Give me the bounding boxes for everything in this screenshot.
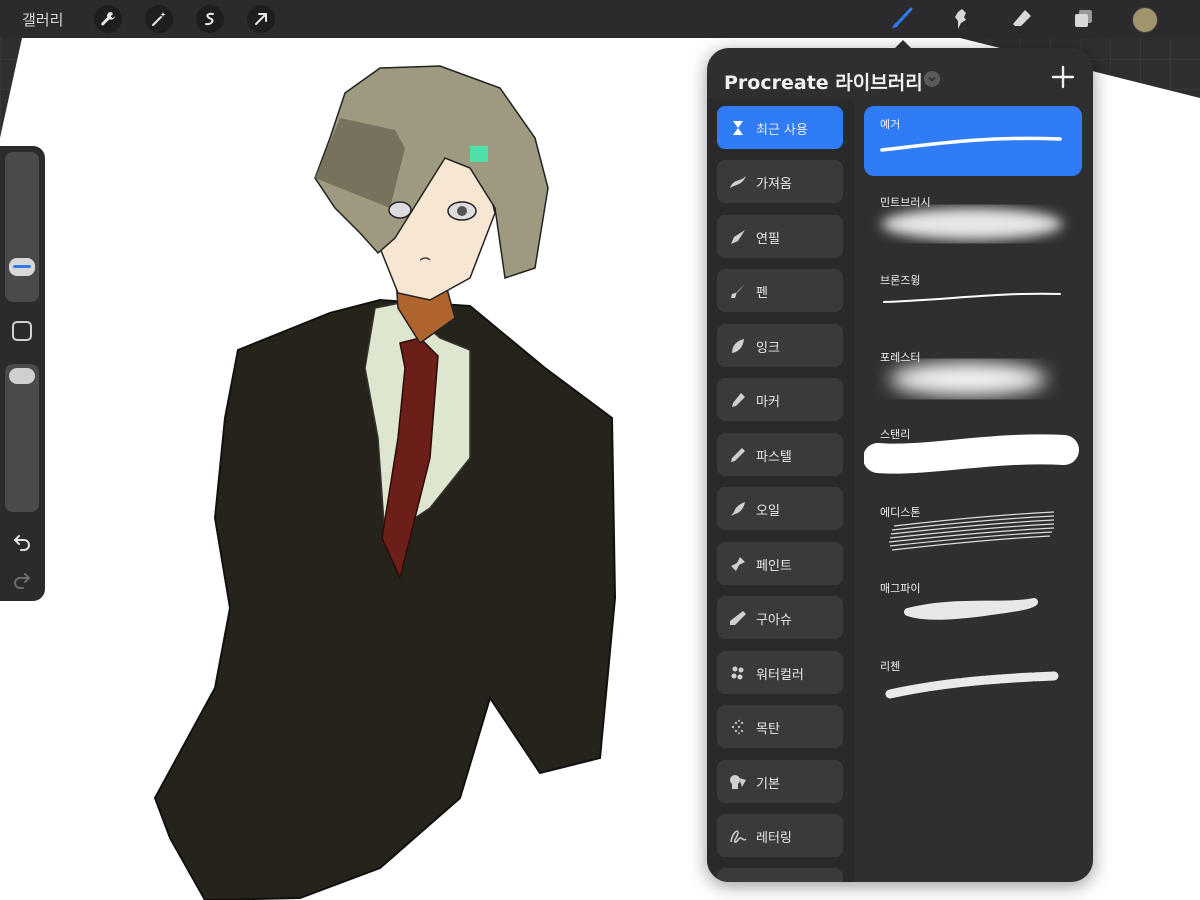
category-pencil[interactable]: 연필 xyxy=(717,215,843,258)
left-sidebar xyxy=(0,146,45,601)
ink-drop-icon xyxy=(728,336,748,356)
category-paint[interactable]: 페인트 xyxy=(717,542,843,585)
undo-icon[interactable] xyxy=(10,529,34,553)
category-ink[interactable]: 잉크 xyxy=(717,324,843,367)
brush-library-panel: Procreate 라이브러리 최근 사용 가져옴 연필 펜 잉크 마커 파스텔… xyxy=(707,48,1093,882)
category-label: 목탄 xyxy=(756,722,780,737)
smudge-icon[interactable] xyxy=(947,5,975,33)
opacity-slider[interactable] xyxy=(5,364,39,512)
category-label: 오일 xyxy=(756,504,780,519)
category-label: 연필 xyxy=(756,232,780,247)
category-oil[interactable]: 오일 xyxy=(717,487,843,530)
category-label: 기본 xyxy=(756,777,780,792)
pastel-icon xyxy=(728,445,748,465)
opacity-handle[interactable] xyxy=(9,368,35,384)
brush-item[interactable]: 스탠리 xyxy=(864,416,1082,486)
brush-preview xyxy=(888,511,1055,551)
stroke-icon xyxy=(728,172,748,192)
category-label: 워터컬러 xyxy=(756,668,804,683)
brush-size-handle[interactable] xyxy=(9,258,35,276)
brush-item-selected[interactable]: 예거 xyxy=(864,106,1082,176)
category-label: 파스텔 xyxy=(756,450,792,465)
panel-title[interactable]: Procreate 라이브러리 xyxy=(724,68,923,95)
brush-item[interactable]: 리첸 xyxy=(864,648,1082,718)
marker-icon xyxy=(728,390,748,410)
color-swatch[interactable] xyxy=(1132,7,1158,33)
pen-icon xyxy=(728,281,748,301)
brush-preview xyxy=(885,671,1059,699)
category-imported[interactable]: 가져옴 xyxy=(717,160,843,203)
paint-icon xyxy=(728,554,748,574)
brush-item[interactable]: 민트브러시 xyxy=(864,184,1082,254)
charcoal-icon xyxy=(728,717,748,737)
category-marker[interactable]: 마커 xyxy=(717,378,843,421)
wrench-icon[interactable] xyxy=(94,5,122,33)
brush-item[interactable]: 매그파이 xyxy=(864,570,1082,640)
chevron-down-icon[interactable] xyxy=(924,71,940,87)
brush-preview xyxy=(890,362,1046,396)
watercolor-icon xyxy=(728,663,748,683)
brush-preview xyxy=(864,434,1079,474)
category-pen[interactable]: 펜 xyxy=(717,269,843,312)
category-watercolor[interactable]: 워터컬러 xyxy=(717,651,843,694)
brush-preview xyxy=(882,208,1062,240)
transform-arrow-icon[interactable] xyxy=(247,5,275,33)
category-charcoal[interactable]: 목탄 xyxy=(717,705,843,748)
category-pastel[interactable]: 파스텔 xyxy=(717,433,843,476)
plus-icon[interactable] xyxy=(1051,65,1075,89)
top-toolbar: 갤러리 xyxy=(0,0,1200,38)
category-label: 구아슈 xyxy=(756,613,792,628)
category-recent[interactable]: 최근 사용 xyxy=(717,106,843,149)
pencil-icon xyxy=(728,227,748,247)
category-gouache[interactable]: 구아슈 xyxy=(717,596,843,639)
brush-item[interactable]: 브론즈윙 xyxy=(864,262,1082,332)
selection-icon[interactable] xyxy=(196,5,224,33)
brush-item[interactable]: 에디스톤 xyxy=(864,494,1082,564)
brush-preview xyxy=(883,292,1061,303)
brush-category-list: 최근 사용 가져옴 연필 펜 잉크 마커 파스텔 오일 페인트 구아슈 워터컬러… xyxy=(707,98,854,882)
category-label: 펜 xyxy=(756,286,768,301)
lettering-icon xyxy=(728,826,748,846)
eraser-icon[interactable] xyxy=(1008,5,1036,33)
brush-icon[interactable] xyxy=(888,5,916,33)
category-partial[interactable] xyxy=(717,868,843,882)
hourglass-icon xyxy=(728,118,748,138)
brush-preview xyxy=(880,136,1062,152)
category-label: 페인트 xyxy=(756,559,792,574)
category-label: 마커 xyxy=(756,395,780,410)
modify-square-icon[interactable] xyxy=(12,321,32,341)
magic-wand-icon[interactable] xyxy=(145,5,173,33)
category-lettering[interactable]: 레터링 xyxy=(717,814,843,857)
category-label: 최근 사용 xyxy=(756,123,808,138)
category-label: 레터링 xyxy=(756,831,792,846)
brush-preview xyxy=(904,598,1038,620)
category-label: 가져옴 xyxy=(756,177,792,192)
category-label: 잉크 xyxy=(756,341,780,356)
gallery-button[interactable]: 갤러리 xyxy=(22,9,63,30)
brush-item[interactable]: 포레스터 xyxy=(864,339,1082,409)
layers-icon[interactable] xyxy=(1069,5,1097,33)
shapes-icon xyxy=(728,772,748,792)
gouache-icon xyxy=(728,608,748,628)
redo-icon[interactable] xyxy=(10,567,34,591)
brush-size-slider[interactable] xyxy=(5,152,39,302)
oil-icon xyxy=(728,499,748,519)
category-basic[interactable]: 기본 xyxy=(717,760,843,803)
